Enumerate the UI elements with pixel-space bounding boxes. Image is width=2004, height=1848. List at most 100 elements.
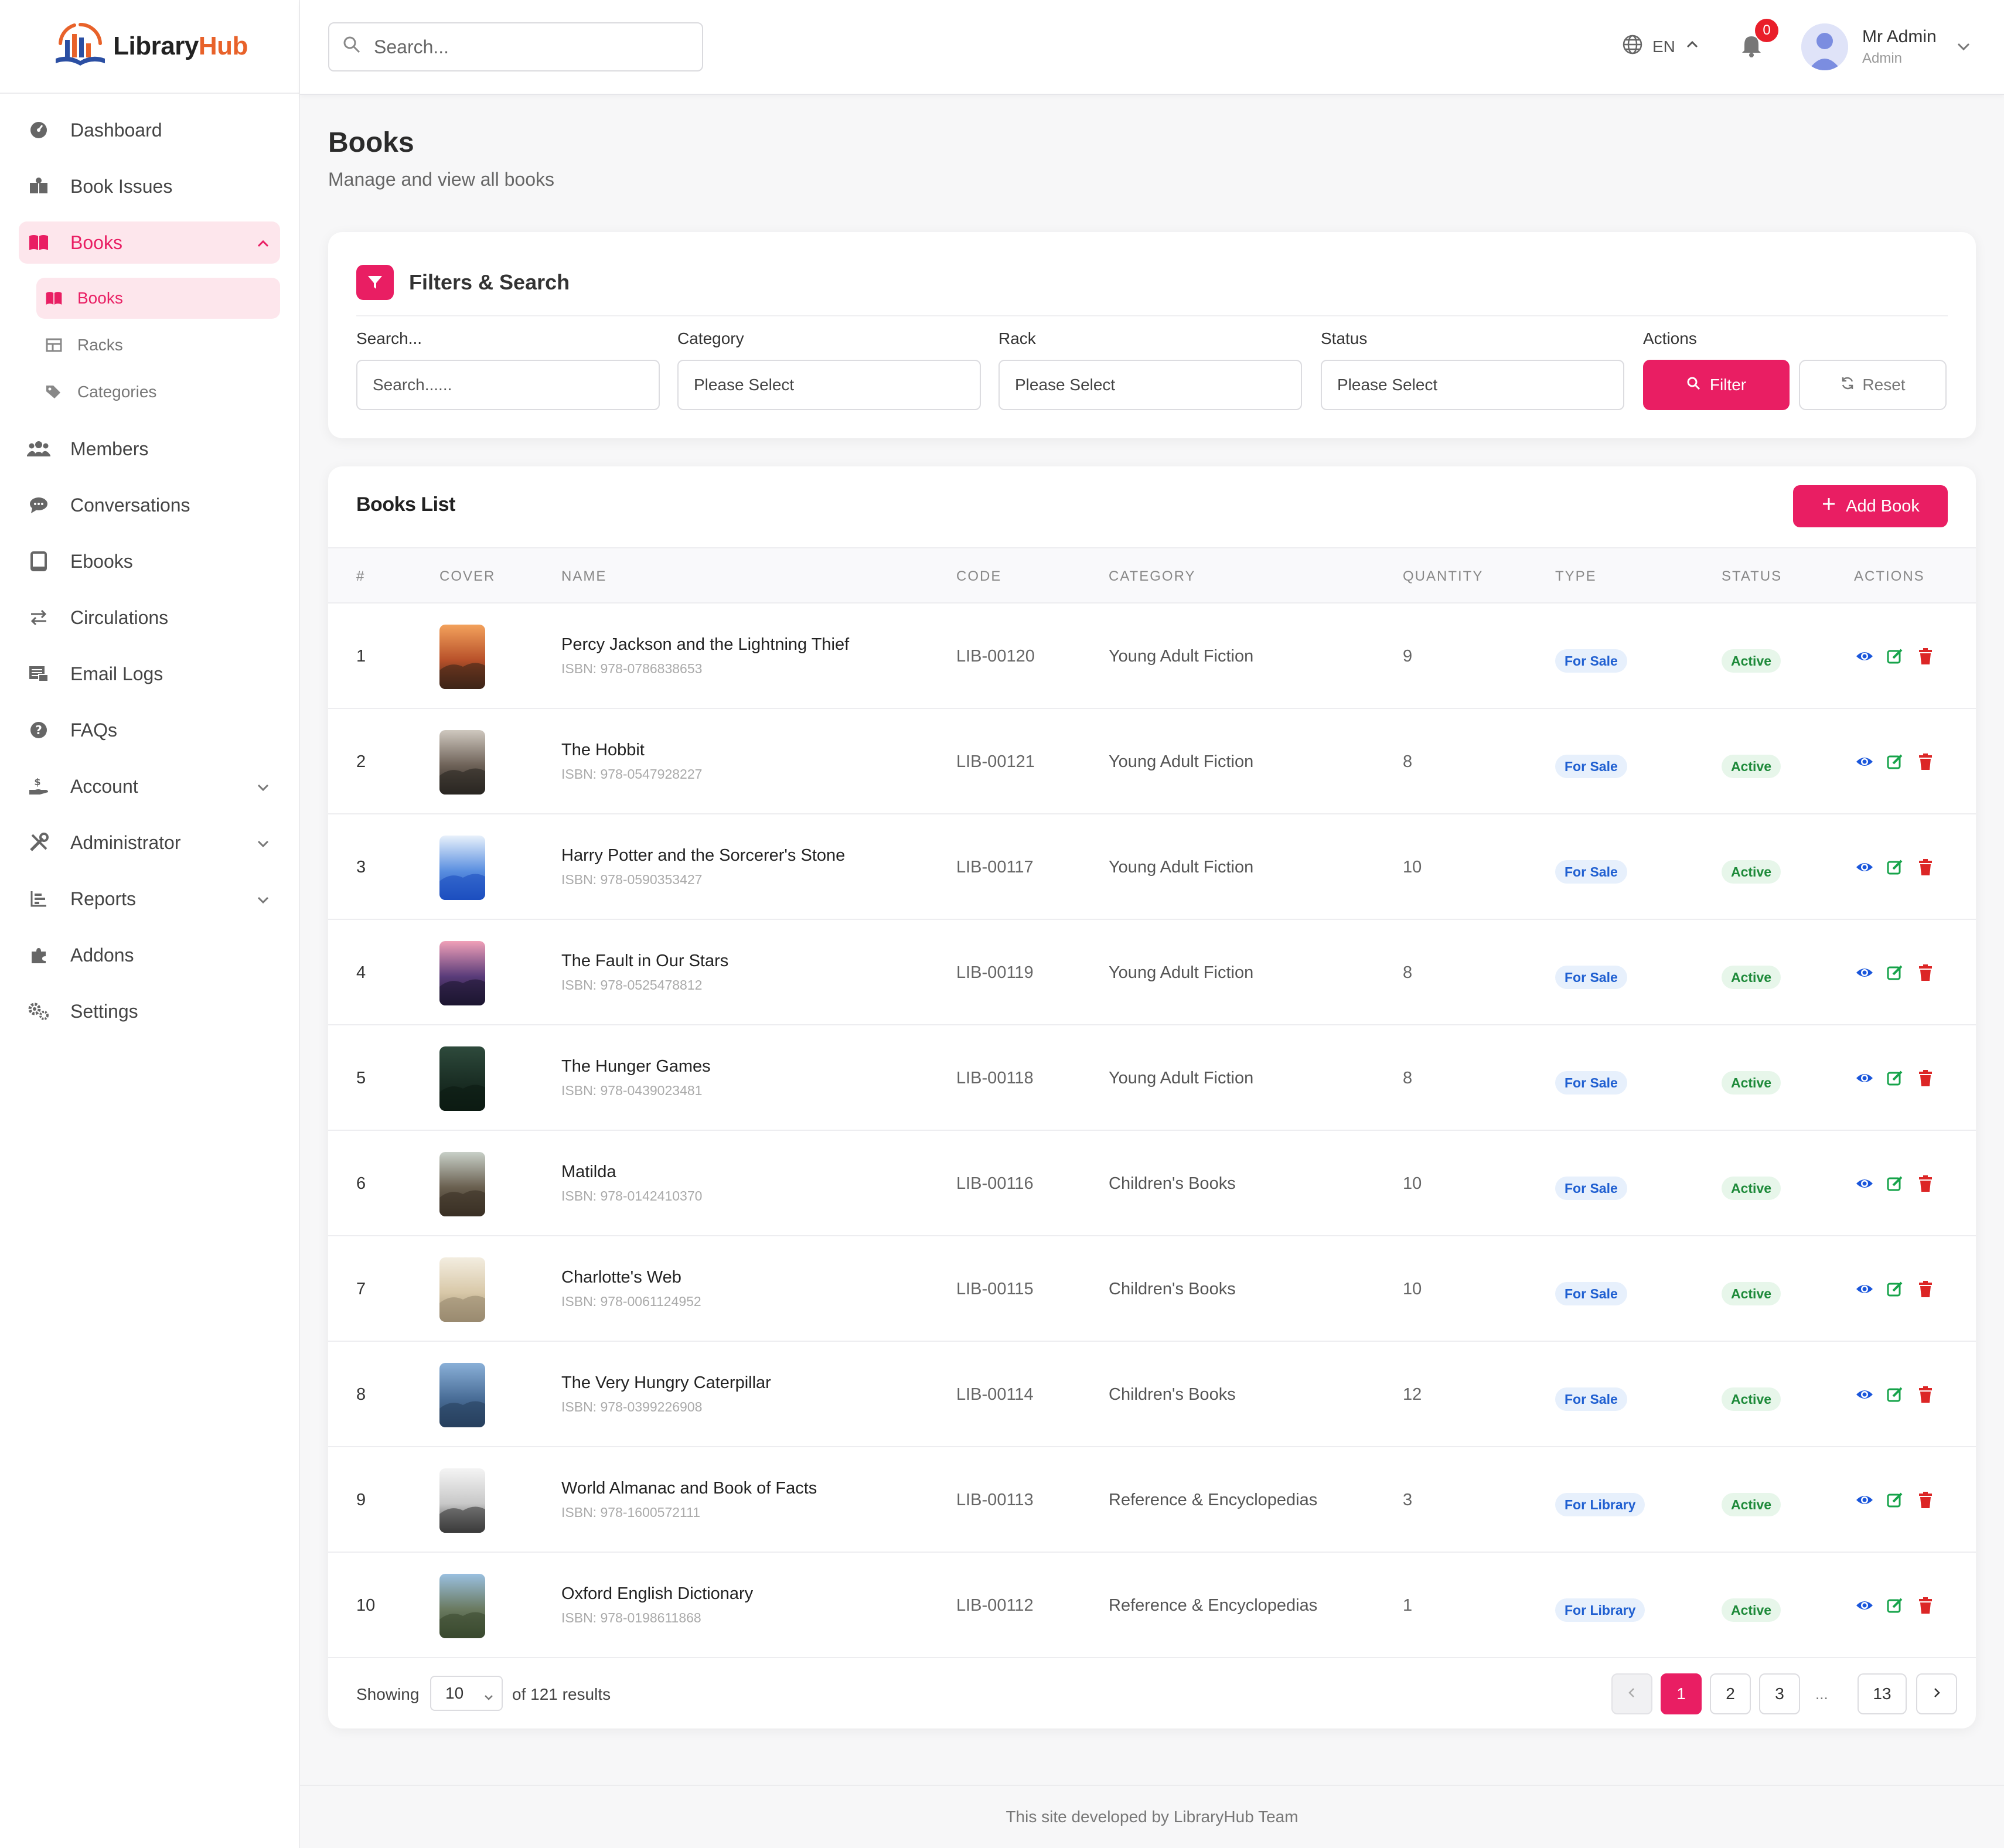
table-row: 9 World Almanac and Book of Facts ISBN: 97… xyxy=(328,1448,1976,1553)
actions-label: Actions xyxy=(1643,329,1697,347)
prev-page-button[interactable] xyxy=(1611,1673,1652,1714)
rack-select[interactable]: Please Select xyxy=(998,360,1302,410)
edit-icon[interactable] xyxy=(1884,1173,1906,1194)
edit-icon[interactable] xyxy=(1884,751,1906,772)
sidebar-subitem-racks[interactable]: Racks xyxy=(36,325,280,366)
edit-icon[interactable] xyxy=(1884,1278,1906,1300)
per-page-value: 10 xyxy=(445,1684,464,1702)
delete-icon[interactable] xyxy=(1915,857,1936,878)
book-quantity: 1 xyxy=(1403,1596,1413,1615)
book-name[interactable]: Oxford English Dictionary xyxy=(561,1584,753,1604)
book-name[interactable]: The Very Hungry Caterpillar xyxy=(561,1373,771,1393)
view-icon[interactable] xyxy=(1854,1068,1875,1089)
book-cover-image[interactable] xyxy=(439,836,485,900)
page-button-1[interactable]: 1 xyxy=(1661,1673,1702,1714)
book-name[interactable]: Harry Potter and the Sorcerer's Stone xyxy=(561,846,845,865)
book-open-icon xyxy=(27,231,50,254)
book-name[interactable]: The Fault in Our Stars xyxy=(561,952,728,971)
notifications-button[interactable]: 0 xyxy=(1739,19,1778,62)
book-name[interactable]: World Almanac and Book of Facts xyxy=(561,1479,817,1498)
sidebar-item-circulations[interactable]: Circulations xyxy=(19,596,280,639)
delete-icon[interactable] xyxy=(1915,646,1936,667)
add-book-button[interactable]: Add Book xyxy=(1793,485,1948,527)
book-cover-image[interactable] xyxy=(439,1152,485,1216)
book-cover-image[interactable] xyxy=(439,941,485,1005)
book-search-input[interactable]: Search...... xyxy=(356,360,660,410)
sidebar-item-book-issues[interactable]: Book Issues xyxy=(19,165,280,207)
sidebar-item-ebooks[interactable]: Ebooks xyxy=(19,540,280,582)
book-name[interactable]: Matilda xyxy=(561,1162,616,1182)
reset-button[interactable]: Reset xyxy=(1799,360,1947,410)
page-button-3[interactable]: 3 xyxy=(1759,1673,1800,1714)
sidebar-item-addons[interactable]: Addons xyxy=(19,934,280,976)
status-select[interactable]: Please Select xyxy=(1321,360,1624,410)
page-footer: This site developed by LibraryHub Team xyxy=(300,1785,2004,1848)
book-name[interactable]: The Hobbit xyxy=(561,741,645,760)
next-page-button[interactable] xyxy=(1916,1673,1957,1714)
edit-icon[interactable] xyxy=(1884,1595,1906,1616)
book-cover-image[interactable] xyxy=(439,1363,485,1427)
delete-icon[interactable] xyxy=(1915,1173,1936,1194)
sidebar-item-settings[interactable]: Settings xyxy=(19,990,280,1032)
global-search-input[interactable]: Search... xyxy=(328,22,703,71)
per-page-select[interactable]: 10 xyxy=(430,1676,503,1711)
view-icon[interactable] xyxy=(1854,751,1875,772)
book-name[interactable]: The Hunger Games xyxy=(561,1057,711,1076)
sidebar-item-conversations[interactable]: Conversations xyxy=(19,484,280,526)
user-name[interactable]: Mr Admin xyxy=(1862,27,1937,47)
sidebar-item-books[interactable]: Books xyxy=(19,221,280,264)
search-placeholder: Search... xyxy=(374,36,449,57)
user-menu-chevron-icon[interactable] xyxy=(1955,37,1972,58)
table-row: 5 The Hunger Games ISBN: 978-0439023481 LIB… xyxy=(328,1027,1976,1131)
delete-icon[interactable] xyxy=(1915,1068,1936,1089)
sidebar-item-email-logs[interactable]: Email Logs xyxy=(19,653,280,695)
edit-icon[interactable] xyxy=(1884,1068,1906,1089)
book-cover-image[interactable] xyxy=(439,1468,485,1533)
sidebar-item-dashboard[interactable]: Dashboard xyxy=(19,109,280,151)
filter-button[interactable]: Filter xyxy=(1643,360,1790,410)
book-name[interactable]: Percy Jackson and the Lightning Thief xyxy=(561,635,849,654)
page-button-last[interactable]: 13 xyxy=(1858,1673,1907,1714)
edit-icon[interactable] xyxy=(1884,962,1906,983)
sidebar-item-reports[interactable]: Reports xyxy=(19,878,280,920)
book-cover-image[interactable] xyxy=(439,730,485,795)
brand-logo[interactable]: LibraryHub xyxy=(0,0,299,94)
edit-icon[interactable] xyxy=(1884,1384,1906,1405)
book-cover-image[interactable] xyxy=(439,1257,485,1322)
sidebar-item-faqs[interactable]: ? FAQs xyxy=(19,709,280,751)
book-cover-image[interactable] xyxy=(439,1574,485,1638)
view-icon[interactable] xyxy=(1854,962,1875,983)
delete-icon[interactable] xyxy=(1915,962,1936,983)
sidebar-subitem-categories[interactable]: Categories xyxy=(36,371,280,412)
delete-icon[interactable] xyxy=(1915,1489,1936,1511)
view-icon[interactable] xyxy=(1854,857,1875,878)
view-icon[interactable] xyxy=(1854,1489,1875,1511)
view-icon[interactable] xyxy=(1854,1384,1875,1405)
edit-icon[interactable] xyxy=(1884,646,1906,667)
view-icon[interactable] xyxy=(1854,646,1875,667)
row-index: 9 xyxy=(356,1491,366,1509)
avatar[interactable] xyxy=(1801,23,1848,70)
view-icon[interactable] xyxy=(1854,1278,1875,1300)
edit-icon[interactable] xyxy=(1884,857,1906,878)
book-cover-image[interactable] xyxy=(439,1046,485,1111)
delete-icon[interactable] xyxy=(1915,1384,1936,1405)
book-name[interactable]: Charlotte's Web xyxy=(561,1268,681,1287)
language-selector[interactable]: EN xyxy=(1622,34,1700,59)
sidebar-item-account[interactable]: $ Account xyxy=(19,765,280,807)
page-subtitle: Manage and view all books xyxy=(328,169,555,190)
page-button-2[interactable]: 2 xyxy=(1710,1673,1751,1714)
view-icon[interactable] xyxy=(1854,1595,1875,1616)
view-icon[interactable] xyxy=(1854,1173,1875,1194)
sidebar-item-administrator[interactable]: Administrator xyxy=(19,821,280,864)
sidebar-subitem-books[interactable]: Books xyxy=(36,278,280,319)
delete-icon[interactable] xyxy=(1915,1595,1936,1616)
table-row: 6 Matilda ISBN: 978-0142410370 LIB-00116 Chi… xyxy=(328,1132,1976,1236)
gears-icon xyxy=(27,1000,50,1023)
category-select[interactable]: Please Select xyxy=(677,360,981,410)
delete-icon[interactable] xyxy=(1915,751,1936,772)
sidebar-item-members[interactable]: Members xyxy=(19,428,280,470)
edit-icon[interactable] xyxy=(1884,1489,1906,1511)
book-cover-image[interactable] xyxy=(439,625,485,689)
delete-icon[interactable] xyxy=(1915,1278,1936,1300)
